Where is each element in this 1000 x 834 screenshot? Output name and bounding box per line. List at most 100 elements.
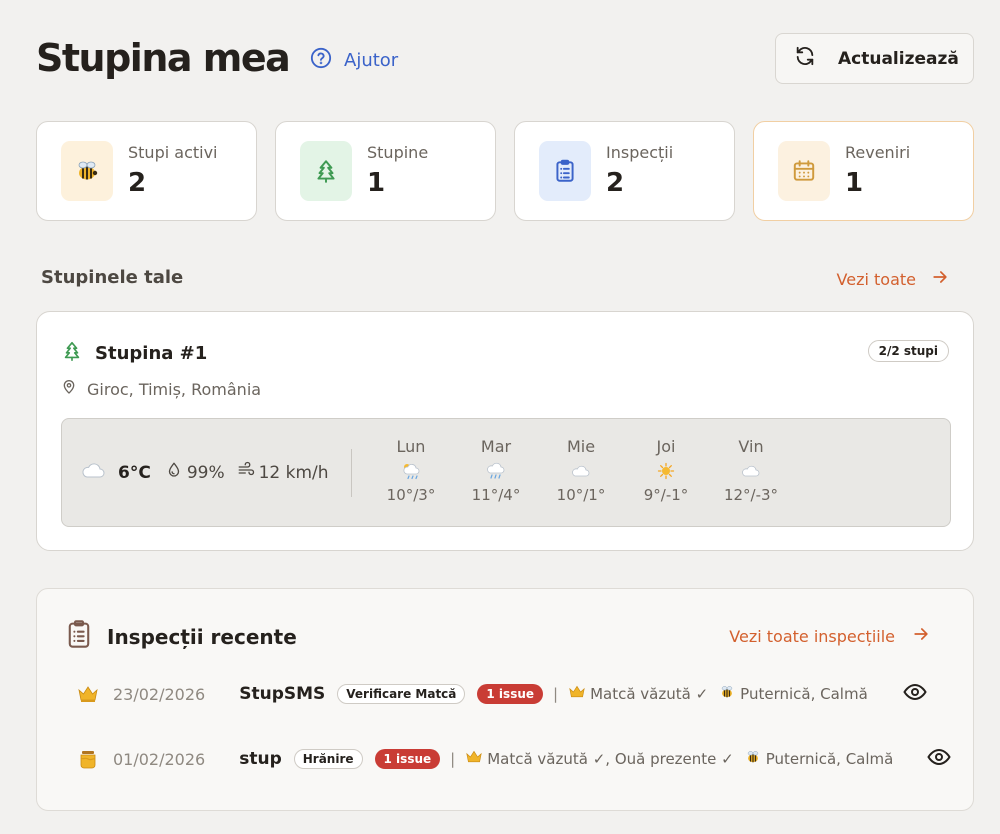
inspection-type-tag: Hrănire — [293, 749, 363, 769]
forecast-range: 11°/4° — [471, 486, 521, 504]
forecast-range: 10°/1° — [556, 486, 606, 504]
help-label: Ajutor — [344, 50, 399, 71]
clipboard-icon — [539, 141, 591, 201]
tree-icon — [300, 141, 352, 201]
inspection-row[interactable]: 01/02/2026 stup Hrănire 1 issue | Matcă … — [77, 744, 951, 774]
separator: | — [450, 750, 456, 768]
hive-count-badge: 2/2 stupi — [867, 340, 949, 362]
honey-jar-icon — [77, 749, 99, 769]
inspections-title: Inspecții recente — [65, 619, 297, 654]
map-pin-icon — [61, 379, 77, 399]
stat-label: Stupine — [367, 143, 429, 162]
stat-value: 2 — [128, 168, 147, 198]
forecast-range: 10°/3° — [386, 486, 436, 504]
clipboard-icon — [65, 619, 93, 654]
inspection-detail-colony: Puternică, Calmă — [718, 684, 868, 704]
forecast-day-label: Lun — [396, 437, 426, 456]
view-inspection-button[interactable] — [927, 748, 951, 770]
droplet-icon — [165, 461, 183, 484]
detail-text: Puternică, Calmă — [740, 685, 868, 703]
cloud-icon — [716, 460, 786, 482]
apiary-name: Stupina #1 — [95, 343, 208, 364]
inspection-hive: StupSMS — [239, 684, 326, 704]
inspection-hive: stup — [239, 749, 282, 769]
humidity-value: 99% — [186, 462, 225, 483]
detail-text: Puternică, Calmă — [765, 750, 894, 768]
wind-value: 12 km/h — [258, 462, 329, 483]
inspections-title-text: Inspecții recente — [107, 624, 297, 649]
cloud-rain-icon — [461, 460, 531, 482]
refresh-button[interactable]: Actualizează — [775, 33, 974, 84]
inspection-date: 01/02/2026 — [113, 749, 206, 769]
cloud-sun-rain-icon — [376, 460, 446, 482]
weather-divider — [351, 449, 352, 497]
eye-icon — [927, 748, 951, 770]
refresh-label: Actualizează — [838, 48, 959, 69]
arrow-right-icon — [930, 267, 950, 291]
cloud-icon — [80, 461, 106, 484]
forecast-day-label: Vin — [738, 437, 764, 456]
dashboard-page: Stupina mea Ajutor Actualizează Stupi ac… — [0, 0, 1000, 834]
issue-badge: 1 issue — [374, 749, 441, 769]
crown-icon — [465, 749, 483, 769]
detail-text: Matcă văzută ✓, Ouă prezente ✓ — [487, 750, 734, 768]
stat-card-active-hives[interactable]: Stupi activi 2 — [36, 121, 257, 221]
page-title: Stupina mea — [36, 36, 291, 80]
forecast-day: Mar 11°/4° — [461, 437, 531, 504]
apiary-title: Stupina #1 — [61, 340, 207, 367]
stat-card-apiaries[interactable]: Stupine 1 — [275, 121, 496, 221]
crown-icon — [568, 684, 586, 704]
inspection-detail-queen: Matcă văzută ✓ — [568, 684, 708, 704]
recent-inspections-panel: Inspecții recente Vezi toate inspecțiile… — [36, 588, 974, 811]
current-temperature: 6°C — [118, 462, 151, 483]
section-title-apiaries: Stupinele tale — [41, 267, 184, 288]
humidity: 99% — [165, 461, 225, 484]
cloud-icon — [546, 460, 616, 482]
see-all-inspections-label: Vezi toate inspecțiile — [729, 626, 895, 646]
stat-card-revisits[interactable]: Reveniri 1 — [753, 121, 974, 221]
forecast-day: Lun 10°/3° — [376, 437, 446, 504]
forecast-day: Mie 10°/1° — [546, 437, 616, 504]
forecast-day: Vin 12°/-3° — [716, 437, 786, 504]
see-all-apiaries-link[interactable]: Vezi toate — [837, 267, 950, 291]
detail-text: Matcă văzută ✓ — [590, 685, 709, 703]
apiary-card[interactable]: Stupina #1 2/2 stupi Giroc, Timiș, Român… — [36, 311, 974, 551]
inspection-row[interactable]: 23/02/2026 StupSMS Verificare Matcă 1 is… — [77, 679, 927, 709]
stat-card-inspections[interactable]: Inspecții 2 — [514, 121, 735, 221]
issue-badge: 1 issue — [477, 684, 544, 704]
help-icon — [310, 47, 332, 74]
current-weather: 6°C 99% 12 km/h — [80, 461, 329, 484]
view-inspection-button[interactable] — [903, 683, 927, 705]
forecast-range: 12°/-3° — [723, 486, 779, 504]
stat-value: 2 — [606, 168, 625, 198]
crown-icon — [77, 684, 99, 704]
forecast-day-label: Mar — [480, 437, 512, 456]
forecast-day-label: Joi — [656, 437, 676, 456]
apiary-location: Giroc, Timiș, România — [61, 379, 261, 399]
location-text: Giroc, Timiș, România — [87, 379, 262, 399]
arrow-right-icon — [911, 624, 931, 648]
stat-label: Inspecții — [606, 143, 674, 162]
tree-icon — [61, 340, 83, 367]
see-all-inspections-link[interactable]: Vezi toate inspecțiile — [729, 624, 931, 648]
refresh-icon — [794, 45, 816, 72]
wind-icon — [237, 461, 255, 484]
help-link[interactable]: Ajutor — [310, 47, 398, 74]
stat-value: 1 — [367, 168, 386, 198]
weather-panel: 6°C 99% 12 km/h Lun 10°/3° Mar 11°/4° Mi… — [61, 418, 951, 527]
stat-label: Stupi activi — [128, 143, 218, 162]
forecast-range: 9°/-1° — [643, 486, 689, 504]
sun-icon — [631, 460, 701, 482]
forecast-day: Joi 9°/-1° — [631, 437, 701, 504]
calendar-icon — [778, 141, 830, 201]
bee-icon — [718, 684, 736, 704]
bee-icon — [61, 141, 113, 201]
see-all-label: Vezi toate — [836, 269, 916, 289]
eye-icon — [903, 683, 927, 705]
inspection-detail-queen: Matcă văzută ✓, Ouă prezente ✓ — [465, 749, 734, 769]
separator: | — [553, 685, 559, 703]
inspection-type-tag: Verificare Matcă — [337, 684, 466, 704]
bee-icon — [744, 749, 762, 769]
forecast-day-label: Mie — [566, 437, 596, 456]
stat-label: Reveniri — [845, 143, 911, 162]
